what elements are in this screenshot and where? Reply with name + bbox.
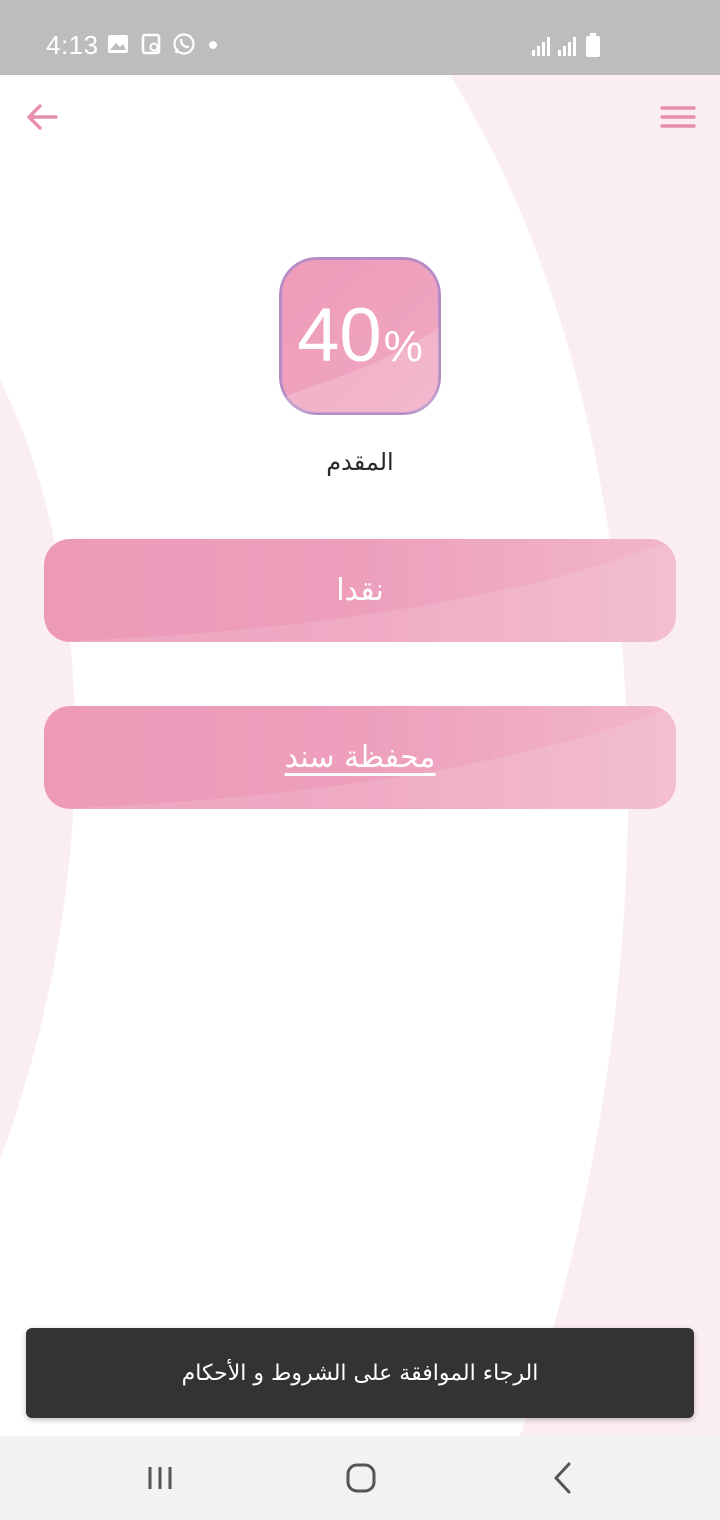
progress-percent-symbol: % <box>383 322 423 371</box>
signal-icon <box>558 37 576 56</box>
recent-apps-icon[interactable] <box>140 1458 180 1498</box>
status-bar: 4:13 <box>0 0 720 75</box>
hamburger-menu-icon[interactable] <box>658 99 698 139</box>
status-time: 4:13 <box>46 30 99 60</box>
back-icon[interactable] <box>543 1458 583 1498</box>
progress-badge: 40 % <box>279 257 441 415</box>
progress-label: المقدم <box>326 448 394 476</box>
cash-payment-label: نقدا <box>336 573 384 608</box>
badge-text: 40 % <box>279 257 441 415</box>
sanad-wallet-button[interactable]: محفظة سند <box>44 706 676 809</box>
arrow-left-icon[interactable] <box>22 97 62 137</box>
image-icon <box>108 35 128 53</box>
home-icon[interactable] <box>341 1458 381 1498</box>
system-navigation-bar <box>0 1436 720 1520</box>
cash-payment-button[interactable]: نقدا <box>44 539 676 642</box>
screenshot-icon <box>141 33 161 55</box>
toast-message: الرجاء الموافقة على الشروط و الأحكام <box>26 1328 694 1418</box>
sanad-wallet-label: محفظة سند <box>284 740 436 775</box>
whatsapp-icon <box>173 33 195 55</box>
battery-icon <box>586 33 600 57</box>
sanad-wallet-label-wrap: محفظة سند <box>44 706 676 809</box>
signal-icon <box>532 37 550 56</box>
dot-icon <box>209 41 217 49</box>
top-app-bar <box>0 75 720 165</box>
progress-value: 40 <box>297 293 382 378</box>
